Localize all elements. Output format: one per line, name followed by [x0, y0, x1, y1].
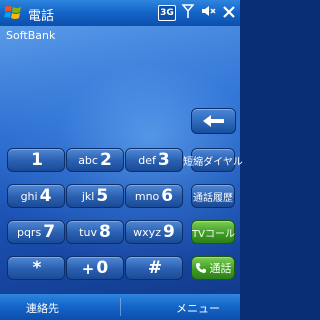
- close-icon[interactable]: [222, 4, 236, 23]
- key-6[interactable]: mno 6: [125, 184, 183, 208]
- speed-dial-button[interactable]: 短縮ダイヤル: [183, 148, 243, 172]
- signal-icon[interactable]: [181, 3, 195, 23]
- phone-icon: [195, 263, 206, 273]
- title-bar: 電話 3G: [0, 0, 240, 26]
- softkey-bar: 連絡先 メニュー: [0, 294, 240, 320]
- call-history-button[interactable]: 通話履歴: [191, 184, 235, 208]
- contacts-softkey[interactable]: 連絡先: [26, 300, 59, 316]
- windows-start-icon[interactable]: [3, 3, 23, 23]
- call-button[interactable]: 通話: [191, 256, 235, 280]
- speed-dial-label: 短縮ダイヤル: [183, 156, 243, 168]
- menu-softkey[interactable]: メニュー: [176, 300, 220, 316]
- key-4[interactable]: ghi 4: [7, 184, 65, 208]
- window-title: 電話: [28, 9, 55, 24]
- key-star[interactable]: *: [7, 256, 65, 280]
- speaker-icon[interactable]: [200, 3, 216, 23]
- key-5[interactable]: jkl 5: [66, 184, 124, 208]
- key-9[interactable]: wxyz 9: [125, 220, 183, 244]
- key-1[interactable]: 1: [7, 148, 65, 172]
- key-8[interactable]: tuv 8: [66, 220, 124, 244]
- arrow-left-icon: [203, 115, 224, 127]
- tv-call-label: TVコール: [192, 228, 235, 240]
- softkey-divider: [120, 298, 121, 316]
- call-history-label: 通話履歴: [193, 192, 233, 204]
- network-3g-badge: 3G: [158, 5, 176, 21]
- dialer-area: SoftBank 1 abc 2 def 3 ghi 4 jkl 5 mno 6 pqrs…: [0, 26, 243, 294]
- carrier-name: SoftBank: [6, 29, 56, 42]
- key-2[interactable]: abc 2: [66, 148, 124, 172]
- call-label: 通話: [209, 262, 232, 275]
- status-icons: 3G: [158, 3, 236, 23]
- backspace-button[interactable]: [191, 108, 236, 134]
- key-0[interactable]: +0: [66, 256, 124, 280]
- key-3[interactable]: def 3: [125, 148, 183, 172]
- key-7[interactable]: pqrs 7: [7, 220, 65, 244]
- tv-call-button[interactable]: TVコール: [191, 220, 235, 244]
- key-hash[interactable]: #: [125, 256, 183, 280]
